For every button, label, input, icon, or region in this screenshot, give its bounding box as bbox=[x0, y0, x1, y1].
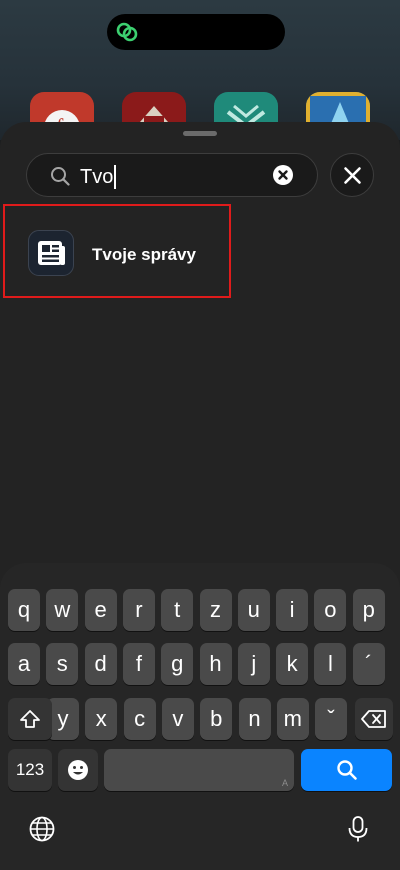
search-result-item[interactable]: Tvoje správy bbox=[3, 204, 231, 298]
emoji-key[interactable] bbox=[58, 749, 98, 791]
key-k[interactable]: k bbox=[276, 643, 309, 685]
text-caret bbox=[114, 165, 117, 189]
key-caron[interactable]: ˇ bbox=[315, 698, 348, 740]
keyboard: qwertzuiop a s d f g h j k l ´ yxcvbnmˇ 123 A bbox=[0, 563, 400, 870]
key-b[interactable]: b bbox=[200, 698, 233, 740]
key-w[interactable]: w bbox=[46, 589, 79, 631]
chain-link-icon bbox=[116, 22, 138, 42]
key-o[interactable]: o bbox=[314, 589, 347, 631]
key-z[interactable]: z bbox=[199, 589, 232, 631]
globe-icon[interactable] bbox=[28, 815, 56, 843]
key-l[interactable]: l bbox=[314, 643, 347, 685]
dynamic-island bbox=[107, 14, 285, 50]
sheet-grabber[interactable] bbox=[183, 131, 217, 136]
key-f[interactable]: f bbox=[122, 643, 155, 685]
key-x[interactable]: x bbox=[85, 698, 118, 740]
key-i[interactable]: i bbox=[276, 589, 309, 631]
close-icon bbox=[344, 167, 361, 184]
delete-key[interactable] bbox=[355, 698, 393, 740]
key-t[interactable]: t bbox=[161, 589, 194, 631]
key-j[interactable]: j bbox=[237, 643, 270, 685]
close-search-button[interactable] bbox=[330, 153, 374, 197]
numbers-key[interactable]: 123 bbox=[8, 749, 52, 791]
key-h[interactable]: h bbox=[199, 643, 232, 685]
key-a[interactable]: a bbox=[8, 643, 40, 685]
search-icon bbox=[51, 167, 70, 186]
key-r[interactable]: r bbox=[122, 589, 155, 631]
key-e[interactable]: e bbox=[84, 589, 117, 631]
clear-text-icon[interactable] bbox=[273, 165, 293, 185]
newspaper-icon bbox=[38, 241, 65, 265]
key-d[interactable]: d bbox=[84, 643, 117, 685]
search-input-value[interactable]: Tvo bbox=[80, 166, 113, 188]
keyboard-search-key[interactable] bbox=[301, 749, 392, 791]
shift-key[interactable] bbox=[8, 698, 52, 740]
backspace-icon bbox=[361, 710, 386, 728]
emoji-icon bbox=[68, 760, 88, 780]
key-q[interactable]: q bbox=[8, 589, 40, 631]
space-indicator: A bbox=[281, 778, 288, 788]
search-icon bbox=[336, 760, 357, 780]
key-n[interactable]: n bbox=[238, 698, 271, 740]
search-field[interactable]: Tvo bbox=[26, 153, 318, 197]
key-p[interactable]: p bbox=[352, 589, 385, 631]
key-c[interactable]: c bbox=[123, 698, 156, 740]
shift-icon bbox=[20, 710, 40, 728]
space-key[interactable]: A bbox=[104, 749, 294, 791]
app-icon-tvoje-spravy[interactable] bbox=[28, 230, 74, 276]
key-acute-accent[interactable]: ´ bbox=[352, 643, 385, 685]
result-label: Tvoje správy bbox=[92, 245, 196, 264]
key-u[interactable]: u bbox=[237, 589, 270, 631]
microphone-icon[interactable] bbox=[344, 815, 372, 843]
key-g[interactable]: g bbox=[161, 643, 194, 685]
key-s[interactable]: s bbox=[46, 643, 79, 685]
key-v[interactable]: v bbox=[161, 698, 194, 740]
key-m[interactable]: m bbox=[276, 698, 309, 740]
